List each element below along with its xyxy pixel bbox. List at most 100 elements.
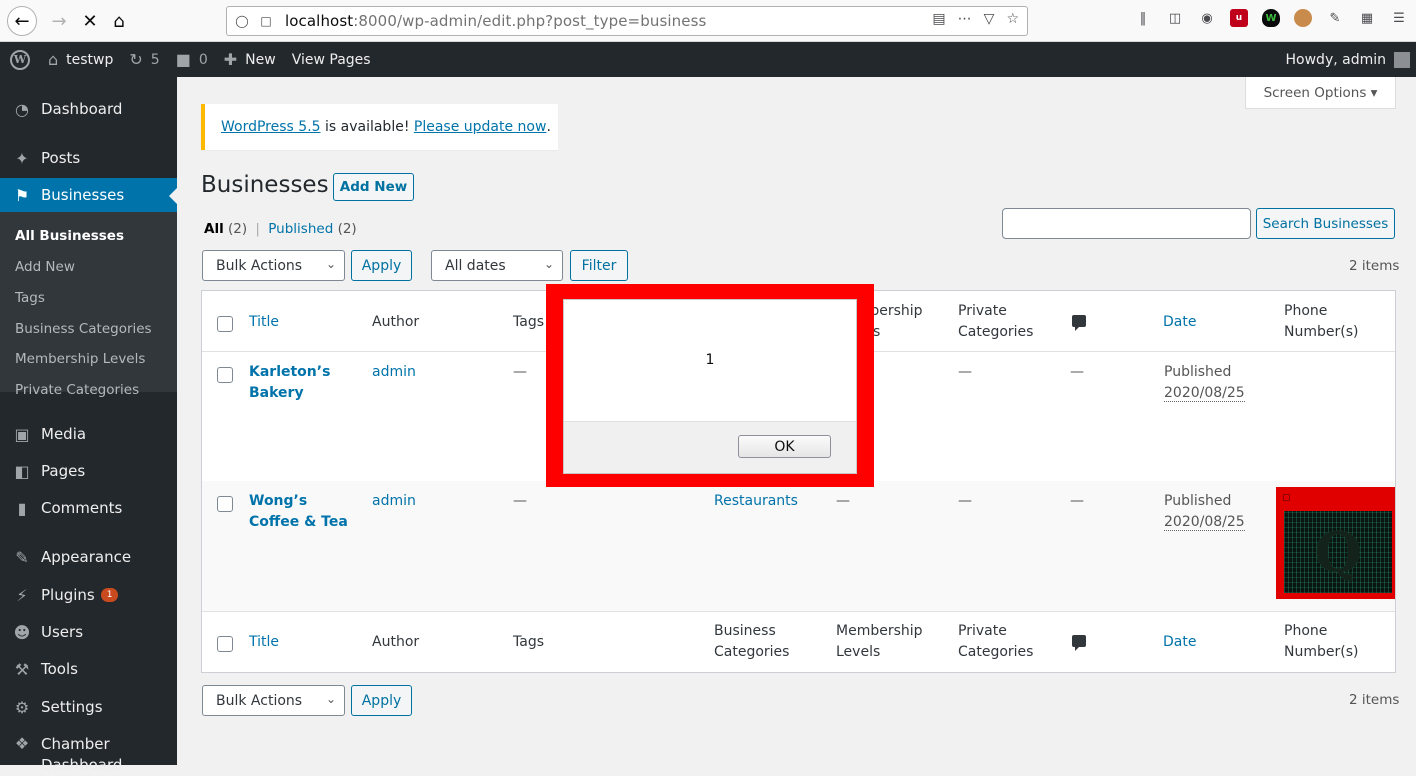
column-date-footer[interactable]: Date xyxy=(1163,632,1196,653)
row-author-link[interactable]: admin xyxy=(372,362,416,383)
menu-comments[interactable]: ▮ Comments xyxy=(0,491,177,525)
submenu-add-new[interactable]: Add New xyxy=(15,259,75,275)
submenu-private-categories[interactable]: Private Categories xyxy=(15,382,139,398)
menu-posts[interactable]: ✦ Posts xyxy=(0,141,177,175)
row-author-link[interactable]: admin xyxy=(372,491,416,512)
extension-icon[interactable]: ✎ xyxy=(1326,9,1344,27)
my-account-menu[interactable]: Howdy, admin xyxy=(1286,42,1416,77)
submenu-membership-levels[interactable]: Membership Levels xyxy=(15,351,145,367)
new-content-menu[interactable]: ✚ New xyxy=(216,42,284,77)
column-date-header[interactable]: Date xyxy=(1163,312,1196,333)
column-title-footer[interactable]: Title xyxy=(249,632,279,653)
sidebar-icon[interactable]: ◫ xyxy=(1166,9,1184,27)
screen-options-button[interactable]: Screen Options ▾ xyxy=(1245,77,1396,109)
search-businesses-button[interactable]: Search Businesses xyxy=(1256,208,1395,239)
forward-button[interactable]: → xyxy=(44,6,74,36)
date-status: Published xyxy=(1164,364,1232,380)
row-title-link[interactable]: Karleton’s Bakery xyxy=(249,362,330,404)
menu-media[interactable]: ▣ Media xyxy=(0,417,177,451)
ublock-icon[interactable]: u xyxy=(1230,9,1248,27)
new-label: New xyxy=(245,51,276,68)
cookie-icon[interactable] xyxy=(1294,9,1312,27)
menu-appearance[interactable]: ✎ Appearance xyxy=(0,540,177,574)
header-line: Categories xyxy=(958,324,1034,340)
alert-ok-button[interactable]: OK xyxy=(738,435,831,458)
filter-published-link[interactable]: Published xyxy=(268,221,333,237)
menu-dashboard[interactable]: ◔ Dashboard xyxy=(0,92,177,126)
broken-image-icon: ▢ xyxy=(1282,493,1291,503)
menu-pages[interactable]: ◧ Pages xyxy=(0,454,177,488)
plus-icon: ✚ xyxy=(223,50,238,69)
more-actions-icon[interactable]: ⋯ xyxy=(958,11,972,27)
update-now-link[interactable]: Please update now xyxy=(414,119,547,135)
q-logo-icon: Q xyxy=(1314,520,1362,584)
column-title-header[interactable]: Title xyxy=(249,312,279,333)
wordpress-icon: W xyxy=(10,49,30,70)
row-comments: — xyxy=(1070,364,1084,380)
footer-divider xyxy=(202,611,1395,612)
menu-chamber-dashboard[interactable]: ❖ Chamber Dashboard xyxy=(0,734,177,774)
menu-businesses[interactable]: ⚑ Businesses xyxy=(0,178,177,212)
wp-logo-menu[interactable]: W xyxy=(0,42,40,77)
submenu-tags[interactable]: Tags xyxy=(15,290,45,306)
bookmark-star-icon[interactable]: ☆ xyxy=(1006,11,1019,27)
row-title-link[interactable]: Wong’s Coffee & Tea xyxy=(249,491,348,533)
settings-icon: ⚙ xyxy=(14,697,30,717)
media-icon: ▣ xyxy=(14,424,30,444)
apply-button-bottom[interactable]: Apply xyxy=(351,685,412,716)
puzzle-icon[interactable]: ▦ xyxy=(1358,9,1376,27)
comments-column-icon[interactable] xyxy=(1072,315,1086,331)
search-input[interactable] xyxy=(1002,208,1251,239)
comments-column-icon-footer[interactable] xyxy=(1072,635,1086,651)
updates-menu[interactable]: ↻ 5 xyxy=(121,42,167,77)
bulk-actions-select-top[interactable]: Bulk Actions ⌄ xyxy=(202,250,345,281)
menu-settings[interactable]: ⚙ Settings xyxy=(0,690,177,724)
row-checkbox[interactable] xyxy=(217,367,233,383)
apply-button-top[interactable]: Apply xyxy=(351,250,412,281)
submenu-all-businesses[interactable]: All Businesses xyxy=(15,228,124,244)
submenu-business-categories[interactable]: Business Categories xyxy=(15,321,152,337)
menu-plugins[interactable]: ⚡ Plugins 1 xyxy=(0,578,177,612)
view-pages-label: View Pages xyxy=(291,51,371,68)
select-value: All dates xyxy=(445,257,506,274)
close-icon: ✕ xyxy=(82,10,98,32)
url-bar[interactable]: ◯ □ localhost:8000/wp-admin/edit.php?pos… xyxy=(226,6,1028,36)
site-name-menu[interactable]: ⌂ testwp xyxy=(40,42,121,77)
shield-extension-icon[interactable]: W xyxy=(1262,9,1280,27)
view-pages-link[interactable]: View Pages xyxy=(284,42,379,77)
filter-button[interactable]: Filter xyxy=(570,250,628,281)
pocket-icon[interactable]: ▽ xyxy=(984,11,995,27)
header-line: Categories xyxy=(958,644,1034,660)
reader-view-icon[interactable]: ▤ xyxy=(932,11,945,27)
bulk-actions-select-bottom[interactable]: Bulk Actions ⌄ xyxy=(202,685,345,716)
dates-filter-select[interactable]: All dates ⌄ xyxy=(431,250,563,281)
phone-number-image: ▢ Q xyxy=(1276,487,1395,599)
url-text: localhost:8000/wp-admin/edit.php?post_ty… xyxy=(285,12,706,30)
filter-all-link[interactable]: All xyxy=(204,221,224,237)
hamburger-menu-icon[interactable]: ☰ xyxy=(1390,9,1408,27)
stop-button[interactable]: ✕ xyxy=(75,6,105,36)
menu-label: Settings xyxy=(41,698,103,716)
menu-tools[interactable]: ⚒ Tools xyxy=(0,652,177,686)
select-value: Bulk Actions xyxy=(216,257,303,274)
menu-users[interactable]: ☻ Users xyxy=(0,615,177,649)
items-count-top: 2 items xyxy=(1349,258,1400,274)
header-line: Number(s) xyxy=(1284,324,1359,340)
select-all-checkbox[interactable] xyxy=(217,316,233,332)
select-all-checkbox-footer[interactable] xyxy=(217,636,233,652)
date-status: Published xyxy=(1164,493,1232,509)
dashboard-icon: ◔ xyxy=(15,99,29,119)
account-icon[interactable]: ◉ xyxy=(1198,9,1216,27)
comments-menu[interactable]: ■ 0 xyxy=(168,42,216,77)
date-value: 2020/08/25 xyxy=(1164,514,1245,531)
row-checkbox[interactable] xyxy=(217,496,233,512)
triangle-down-icon: ▾ xyxy=(1370,84,1378,101)
row-business-category-link[interactable]: Restaurants xyxy=(714,491,798,512)
back-button[interactable]: ← xyxy=(7,6,37,36)
wordpress-version-link[interactable]: WordPress 5.5 xyxy=(221,119,321,135)
howdy-text: Howdy, admin xyxy=(1285,51,1386,68)
home-button[interactable]: ⌂ xyxy=(104,6,134,36)
add-new-button[interactable]: Add New xyxy=(333,173,414,201)
comments-count: 0 xyxy=(198,51,208,68)
library-icon[interactable]: ‖ xyxy=(1134,9,1152,27)
